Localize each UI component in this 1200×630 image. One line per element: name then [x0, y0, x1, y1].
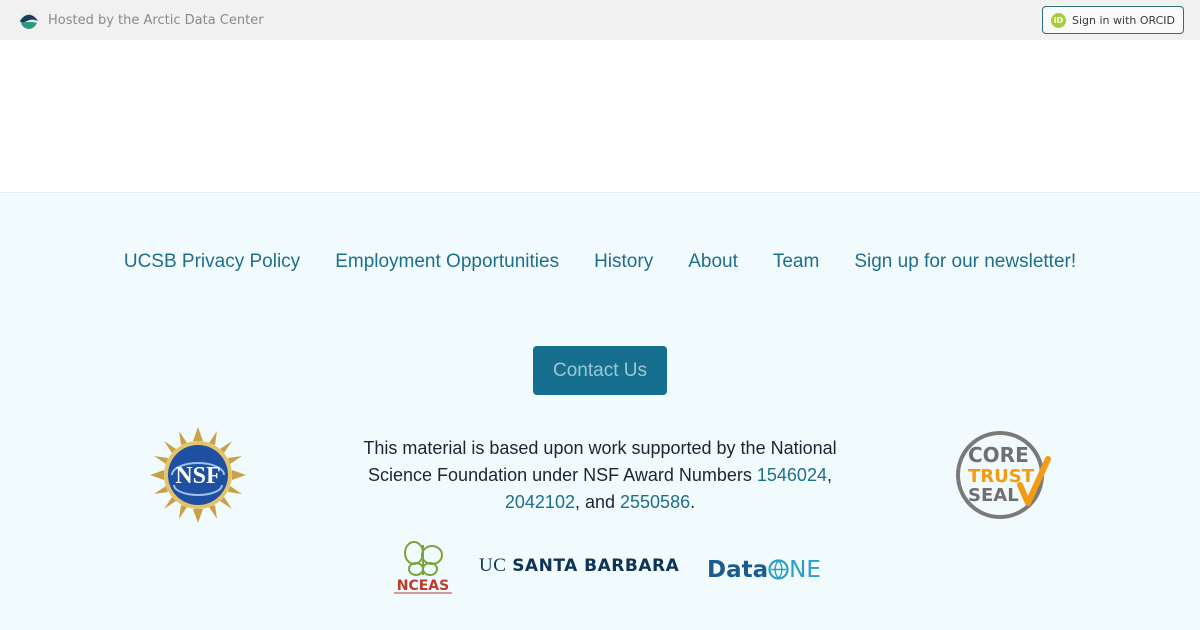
dataone-ne-text: NE [789, 557, 821, 583]
top-bar: Hosted by the Arctic Data Center iD Sign… [0, 0, 1200, 40]
nsf-logo[interactable]: NSF [150, 427, 246, 523]
core-trust-seal-logo[interactable]: CORE TRUST SEAL [954, 429, 1052, 521]
footer-link-privacy-policy[interactable]: UCSB Privacy Policy [124, 251, 300, 273]
nsf-logo-text: NSF [175, 463, 220, 489]
site-footer: UCSB Privacy Policy Employment Opportuni… [0, 192, 1200, 630]
footer-link-employment[interactable]: Employment Opportunities [335, 251, 559, 273]
footer-link-history[interactable]: History [594, 251, 653, 273]
cts-trust-text: TRUST [968, 466, 1035, 487]
funding-sep-2: , and [574, 492, 621, 512]
footer-link-about[interactable]: About [688, 251, 738, 273]
ucsb-logo[interactable]: UC SANTA BARBARA [479, 555, 679, 577]
hosted-by-text: Hosted by the Arctic Data Center [48, 12, 264, 28]
footer-link-newsletter[interactable]: Sign up for our newsletter! [854, 251, 1076, 273]
footer-links: UCSB Privacy Policy Employment Opportuni… [0, 251, 1200, 273]
ucsb-name-text: SANTA BARBARA [512, 556, 680, 576]
nceas-logo-text: NCEAS [397, 578, 449, 594]
award-link-2042102[interactable]: 2042102 [505, 492, 575, 512]
hosted-by-link[interactable]: Hosted by the Arctic Data Center [19, 10, 264, 30]
nceas-logo[interactable]: NCEAS [392, 539, 454, 595]
arctic-data-center-logo-icon [19, 10, 39, 30]
dataone-logo[interactable]: Data NE [707, 557, 821, 583]
dataone-globe-icon [768, 559, 789, 580]
funding-sep-1: , [826, 465, 832, 485]
contact-us-button[interactable]: Contact Us [533, 346, 667, 395]
award-link-1546024[interactable]: 1546024 [757, 465, 827, 485]
ucsb-uc-text: UC [479, 555, 507, 576]
dataone-data-text: Data [707, 557, 769, 583]
cts-seal-text: SEAL [968, 485, 1019, 506]
funding-statement: This material is based upon work support… [355, 435, 845, 516]
orcid-icon: iD [1051, 12, 1066, 28]
award-link-2550586[interactable]: 2550586 [620, 492, 690, 512]
funding-suffix: . [690, 492, 696, 512]
orcid-sign-in-button[interactable]: iD Sign in with ORCID [1042, 6, 1184, 34]
footer-link-team[interactable]: Team [773, 251, 819, 273]
cts-core-text: CORE [968, 443, 1029, 467]
orcid-sign-in-label: Sign in with ORCID [1072, 13, 1175, 27]
